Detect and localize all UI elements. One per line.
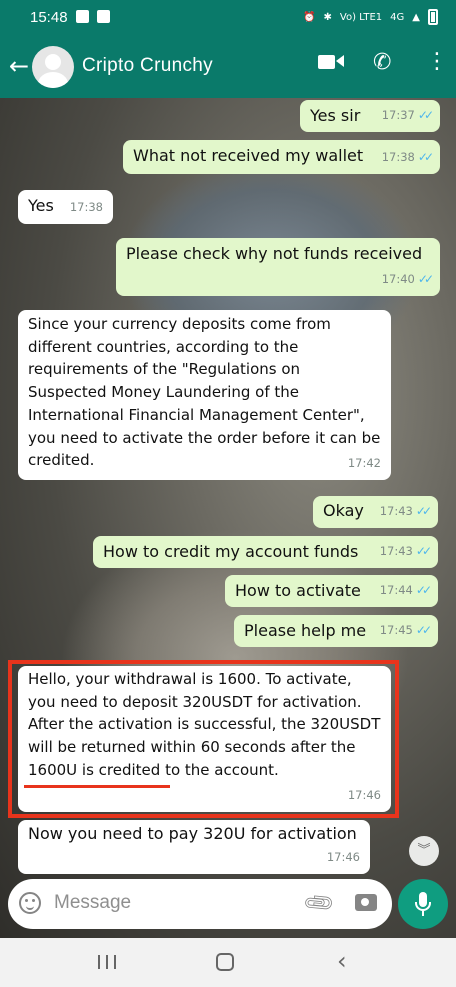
message-text: What not received my wallet [133,146,364,165]
red-highlight-box [8,660,399,818]
message-bubble[interactable]: Please check why not funds received 17:4… [116,238,440,296]
read-ticks-icon: ✓✓ [417,108,434,123]
message-meta: 17:42 [347,456,381,471]
attach-icon[interactable]: 📎︎ [301,885,338,921]
contact-name[interactable]: Cripto Crunchy [82,55,213,77]
message-meta: 17:38 [69,200,103,215]
red-underline [24,785,170,788]
battery-icon [428,9,438,25]
phone-icon[interactable]: ✆ [373,50,391,75]
read-ticks-icon: ✓✓ [417,272,434,287]
message-input[interactable]: Message [54,892,131,914]
message-meta: 17:45 ✓✓ [379,623,432,638]
read-ticks-icon: ✓✓ [415,623,432,638]
message-text: Please check why not funds received [126,244,423,263]
status-time: 15:48 [30,9,68,26]
back-arrow-icon[interactable]: ← [9,54,29,78]
message-bubble[interactable]: Since your currency deposits come from d… [18,310,391,480]
scroll-down-icon[interactable]: ︾ [409,836,439,866]
chat-header: ← Cripto Crunchy ✆ ⋮ [0,36,456,98]
message-bubble[interactable]: Yes 17:38 [18,190,113,224]
camera-icon[interactable] [355,894,377,911]
network-label: Vo) LTE1 [339,11,383,23]
system-icons: ⏰ ✱ Vo) LTE1 4G ▲ [303,9,438,25]
more-vert-icon[interactable]: ⋮ [426,49,448,74]
message-text: Yes [28,196,54,215]
message-meta: 17:38 ✓✓ [381,150,434,165]
message-meta: 17:43 ✓✓ [379,544,432,559]
message-text: How to activate [235,581,361,600]
message-bubble[interactable]: Okay 17:43 ✓✓ [313,496,438,528]
read-ticks-icon: ✓✓ [415,583,432,598]
message-text: Yes sir [310,106,361,125]
system-nav-bar: ‹ [0,938,456,987]
message-meta: 17:43 ✓✓ [379,504,432,519]
message-text: Okay [323,501,364,520]
message-meta: 17:40 ✓✓ [381,272,434,287]
notification-icons [76,10,110,23]
signal-icon: ▲ [412,11,420,23]
read-ticks-icon: ✓✓ [417,150,434,165]
nav-back-icon[interactable]: ‹ [337,949,347,973]
message-text: Please help me [244,621,367,640]
emoji-icon[interactable] [19,892,41,914]
bluetooth-icon: ✱ [323,11,332,23]
network-gen-label: 4G [390,11,405,23]
video-call-icon[interactable] [318,54,344,73]
message-bubble[interactable]: Yes sir 17:37 ✓✓ [300,100,440,132]
read-ticks-icon: ✓✓ [415,504,432,519]
avatar[interactable] [32,46,74,88]
message-text: How to credit my account funds [103,542,359,561]
message-bubble[interactable]: How to activate 17:44 ✓✓ [225,575,438,607]
message-text: Since your currency deposits come from d… [28,315,381,470]
status-bar: 15:48 ⏰ ✱ Vo) LTE1 4G ▲ [0,0,456,36]
message-meta: 17:46 [326,850,360,865]
alarm-icon: ⏰ [303,11,316,23]
message-meta: 17:37 ✓✓ [381,108,434,123]
message-bubble[interactable]: What not received my wallet 17:38 ✓✓ [123,140,440,174]
gallery-icon [76,10,89,23]
shop-bag-icon [97,10,110,23]
recent-apps-icon[interactable] [98,955,116,969]
message-meta: 17:44 ✓✓ [379,583,432,598]
message-bubble[interactable]: Now you need to pay 320U for activation … [18,820,370,874]
mic-icon[interactable] [398,879,448,929]
message-text: Now you need to pay 320U for activation [28,824,357,843]
home-icon[interactable] [216,953,234,971]
read-ticks-icon: ✓✓ [415,544,432,559]
message-bubble[interactable]: Please help me 17:45 ✓✓ [234,615,438,647]
message-composer[interactable]: Message 📎︎ [8,879,392,929]
message-bubble[interactable]: How to credit my account funds 17:43 ✓✓ [93,536,438,568]
